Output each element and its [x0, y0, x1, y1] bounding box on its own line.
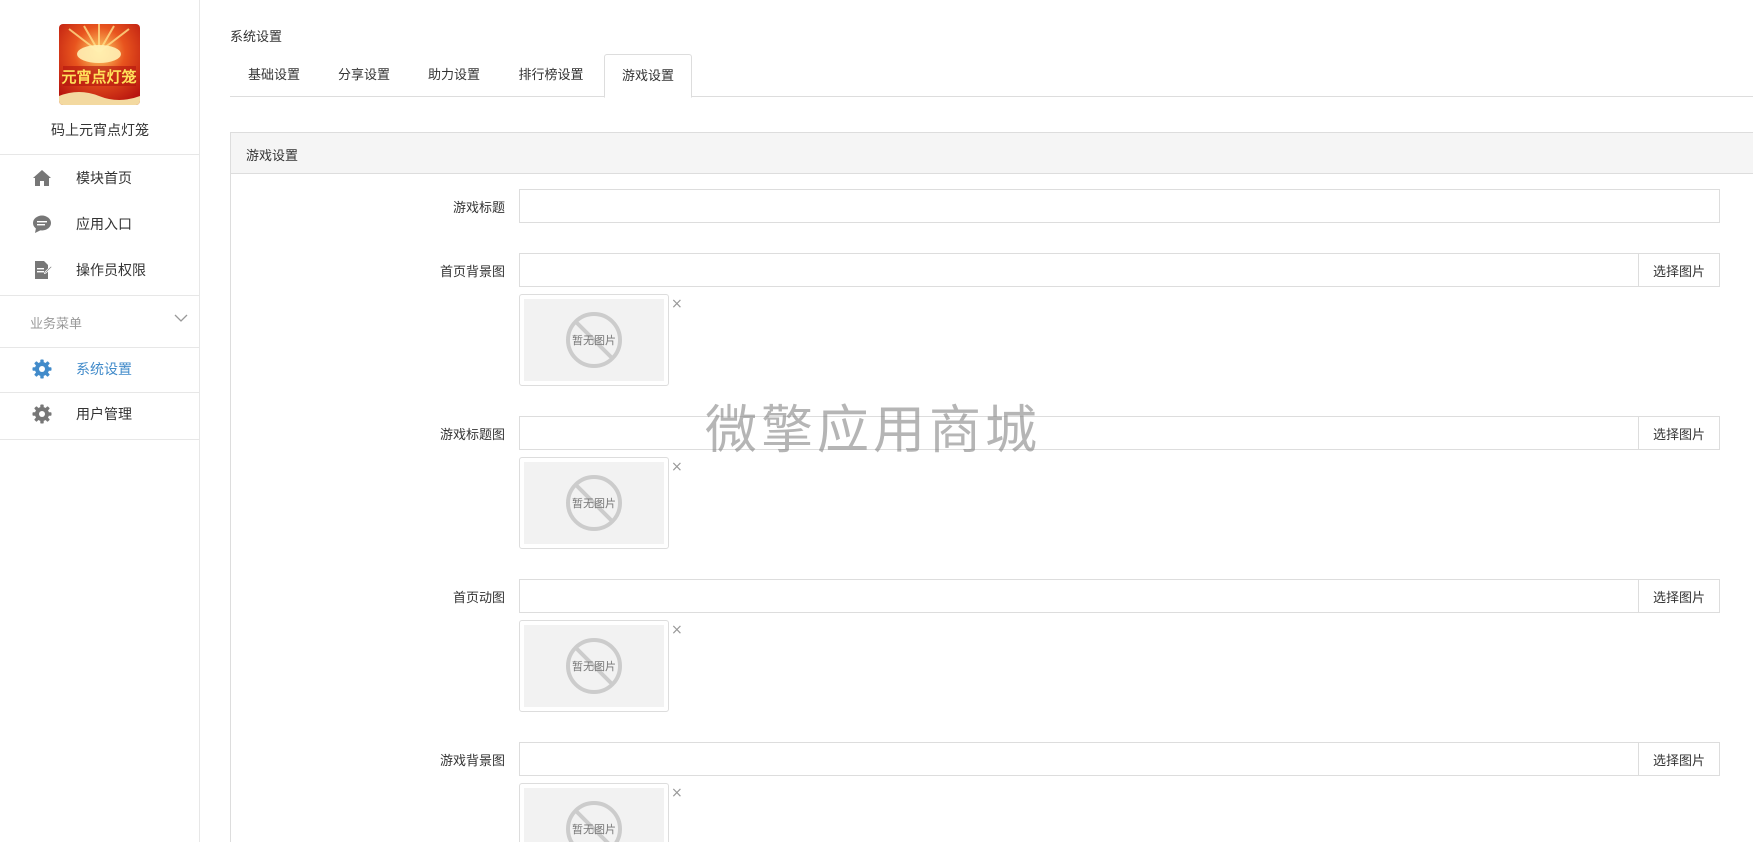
game-title-label: 游戏标题: [452, 201, 505, 216]
home-animation-select-button[interactable]: 选择图片: [1638, 579, 1720, 613]
no-image-text: 暂无图片: [572, 823, 616, 836]
sidebar-group-title[interactable]: 业务菜单: [30, 313, 82, 332]
tab-leaderboard-settings[interactable]: 排行榜设置: [499, 54, 603, 97]
game-title-image-select-button[interactable]: 选择图片: [1638, 416, 1720, 450]
home-animation-label: 首页动图: [452, 591, 505, 606]
sidebar: 元宵点灯笼 码上元宵点灯笼 模块首页 应用入口 操作员权限 业务菜单 系统设置: [0, 0, 200, 842]
remove-image-icon[interactable]: ×: [671, 785, 683, 801]
home-background-input[interactable]: [519, 253, 1639, 287]
game-background-select-button[interactable]: 选择图片: [1638, 742, 1720, 776]
settings-tabs: 基础设置 分享设置 助力设置 排行榜设置 游戏设置: [230, 54, 1753, 98]
no-image-text: 暂无图片: [572, 660, 616, 673]
chevron-down-icon[interactable]: [173, 310, 189, 326]
no-image-text: 暂无图片: [572, 497, 616, 510]
panel-header: 游戏设置: [231, 133, 1753, 174]
game-background-thumbnail: 暂无图片: [519, 783, 669, 842]
game-title-image-thumbnail: 暂无图片: [519, 457, 669, 549]
home-animation-thumbnail: 暂无图片: [519, 620, 669, 712]
home-background-label: 首页背景图: [439, 265, 505, 280]
home-background-select-button[interactable]: 选择图片: [1638, 253, 1720, 287]
breadcrumb: 系统设置: [230, 30, 283, 45]
sidebar-item-label: 模块首页: [76, 171, 132, 187]
tab-share-settings[interactable]: 分享设置: [319, 54, 409, 97]
chat-bubble-icon: [33, 215, 51, 233]
home-icon: [33, 170, 51, 186]
tab-boost-settings[interactable]: 助力设置: [409, 54, 499, 97]
app-logo: 元宵点灯笼: [59, 24, 140, 105]
panel-title: 游戏设置: [246, 149, 299, 164]
remove-image-icon[interactable]: ×: [671, 296, 683, 312]
remove-image-icon[interactable]: ×: [671, 622, 683, 638]
sidebar-divider: [0, 295, 199, 296]
svg-text:元宵点灯笼: 元宵点灯笼: [61, 68, 136, 86]
game-title-input[interactable]: [519, 189, 1720, 223]
tab-game-settings[interactable]: 游戏设置: [604, 54, 692, 98]
app-name: 码上元宵点灯笼: [51, 123, 149, 139]
game-title-image-input[interactable]: [519, 416, 1639, 450]
sidebar-item-module-home[interactable]: 模块首页: [0, 155, 199, 201]
game-title-image-label: 游戏标题图: [439, 428, 505, 443]
gear-icon: [32, 359, 52, 379]
game-background-input[interactable]: [519, 742, 1639, 776]
home-background-thumbnail: 暂无图片: [519, 294, 669, 386]
sidebar-item-label: 用户管理: [76, 407, 132, 423]
sidebar-item-label: 应用入口: [76, 217, 132, 233]
tab-basic-settings[interactable]: 基础设置: [230, 54, 318, 97]
game-background-label: 游戏背景图: [439, 754, 505, 769]
remove-image-icon[interactable]: ×: [671, 459, 683, 475]
sidebar-item-user-management[interactable]: 用户管理: [0, 391, 199, 437]
sidebar-item-app-entry[interactable]: 应用入口: [0, 201, 199, 247]
sidebar-item-operator-permissions[interactable]: 操作员权限: [0, 247, 199, 293]
home-animation-input[interactable]: [519, 579, 1639, 613]
sidebar-divider: [0, 439, 199, 440]
game-settings-panel: 游戏设置: [230, 132, 1753, 842]
gear-icon: [32, 404, 52, 424]
no-image-text: 暂无图片: [572, 334, 616, 347]
sidebar-item-label: 系统设置: [76, 362, 132, 378]
sidebar-item-system-settings[interactable]: 系统设置: [0, 346, 199, 392]
document-edit-icon: [35, 261, 52, 279]
sidebar-item-label: 操作员权限: [76, 263, 146, 279]
